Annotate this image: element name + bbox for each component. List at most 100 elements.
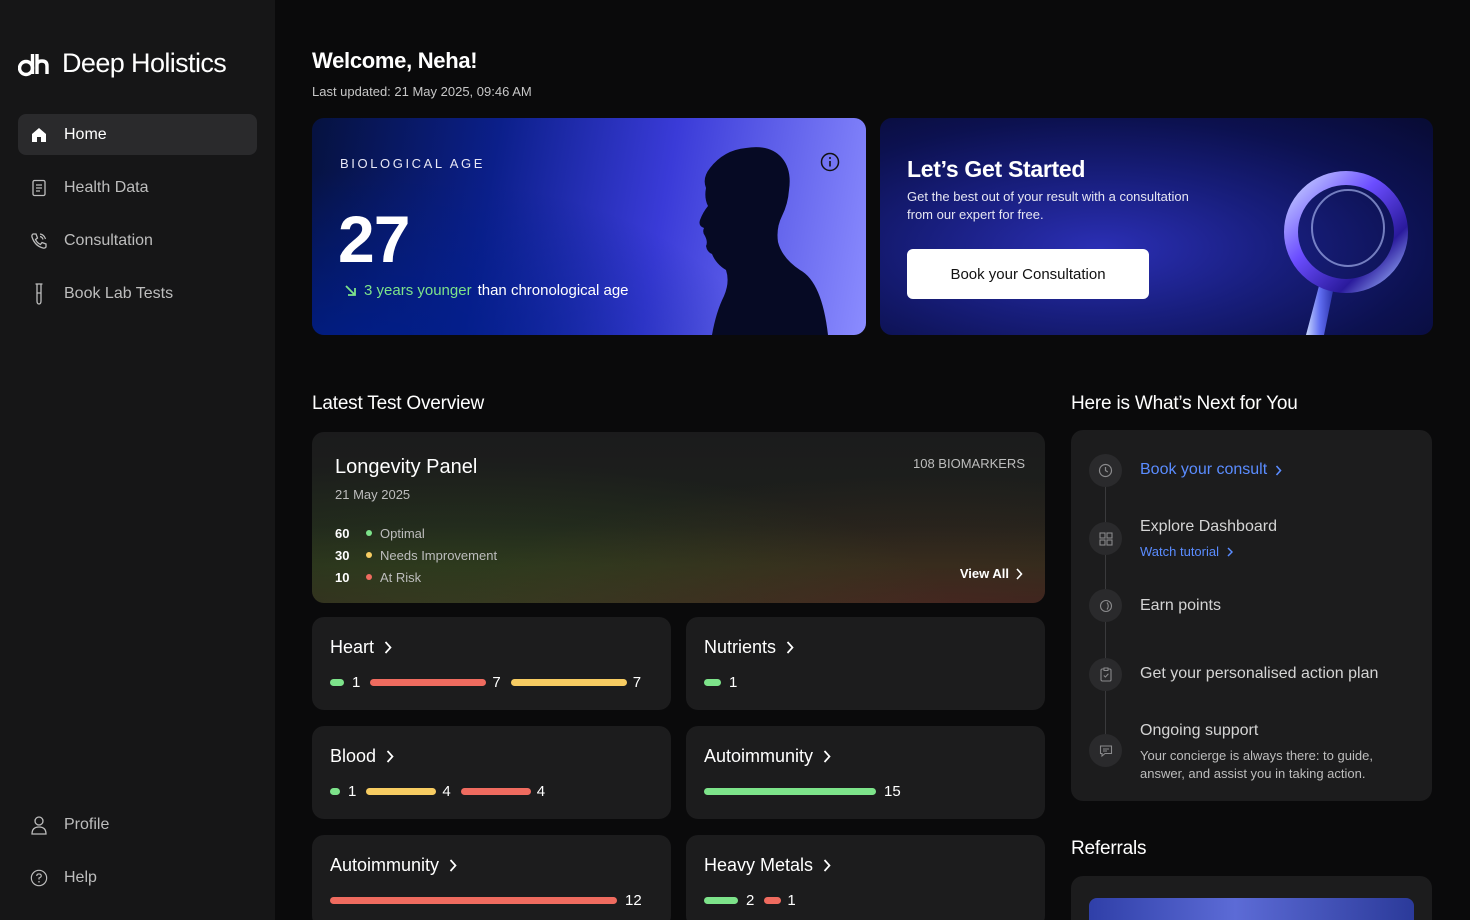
stat-count: 10	[335, 569, 350, 585]
sidebar: Deep Holistics Home Health Data Consulta…	[0, 0, 275, 920]
phone-icon	[30, 232, 48, 250]
arrow-down-right-icon	[345, 284, 356, 296]
panel-stats: 60 Optimal 30 Needs Improvement 10 At Ri…	[335, 522, 497, 588]
bar-optimal	[330, 788, 340, 795]
step-label: Book your consult	[1140, 461, 1268, 478]
watch-tutorial-link[interactable]: Watch tutorial	[1140, 544, 1233, 559]
bar-at-risk	[330, 897, 617, 904]
age-delta-suffix: than chronological age	[477, 282, 629, 299]
category-card-heavy-metals[interactable]: Heavy Metals 2 1	[686, 835, 1045, 920]
view-all-label: View All	[959, 566, 1009, 581]
points-coin-icon	[1089, 589, 1122, 622]
sidebar-item-label: Book Lab Tests	[64, 284, 174, 302]
earn-points-step: Earn points	[1140, 597, 1221, 614]
chevron-right-icon	[786, 641, 794, 654]
category-bars: 12	[330, 892, 652, 909]
category-name: Heavy Metals	[704, 855, 814, 875]
bar-optimal	[704, 897, 738, 904]
category-title: Nutrients	[704, 637, 794, 658]
category-title: Blood	[330, 746, 394, 767]
brand-name: Deep Holistics	[62, 48, 227, 78]
category-bars: 15	[704, 783, 911, 800]
bar-count: 2	[746, 892, 755, 909]
bar-count: 7	[632, 674, 642, 691]
bar-needs-improvement	[366, 788, 437, 795]
bar-count: 1	[348, 783, 357, 800]
view-all-link[interactable]: View All	[960, 566, 1023, 581]
action-plan-step: Get your personalised action plan	[1140, 665, 1379, 682]
step-label: Watch tutorial	[1140, 544, 1219, 559]
stat-needs-improvement: 30 Needs Improvement	[335, 544, 497, 566]
status-dot	[366, 530, 372, 536]
sidebar-item-consultation[interactable]: Consultation	[18, 220, 257, 261]
category-bars: 1 7 7	[330, 674, 651, 691]
category-name: Blood	[330, 746, 377, 766]
category-card-nutrients[interactable]: Nutrients 1	[686, 617, 1045, 710]
stat-label: At Risk	[380, 569, 422, 585]
longevity-panel-card[interactable]: Longevity Panel 21 May 2025 108 BIOMARKE…	[312, 432, 1045, 603]
sidebar-bottom-nav: Profile Help	[18, 804, 257, 910]
chevron-right-icon	[1276, 464, 1282, 476]
biomarker-count: 108 BIOMARKERS	[913, 456, 1025, 471]
category-card-blood[interactable]: Blood 1 4 4	[312, 726, 671, 819]
stat-at-risk: 10 At Risk	[335, 566, 497, 588]
age-delta: 3 years younger	[364, 282, 472, 299]
clipboard-icon	[1089, 658, 1122, 691]
book-consult-link[interactable]: Book your consult	[1140, 461, 1282, 479]
bar-count: 12	[625, 892, 642, 909]
dashboard-grid-icon	[1089, 522, 1122, 555]
category-card-heart[interactable]: Heart 1 7 7	[312, 617, 671, 710]
category-title: Autoimmunity	[704, 746, 831, 767]
referral-banner-image	[1089, 898, 1414, 920]
category-name: Autoimmunity	[330, 855, 440, 875]
bar-count: 1	[787, 892, 796, 909]
stat-count: 60	[335, 525, 350, 541]
chevron-right-icon	[384, 641, 392, 654]
whats-next-title: Here is What’s Next for You	[1071, 393, 1298, 414]
bar-count: 7	[492, 674, 501, 691]
get-started-card: Let’s Get Started Get the best out of yo…	[880, 118, 1433, 335]
explore-dashboard-step: Explore Dashboard	[1140, 518, 1277, 535]
info-icon[interactable]	[820, 152, 840, 172]
chevron-right-icon	[1016, 567, 1023, 580]
chevron-right-icon	[1227, 546, 1233, 557]
sidebar-item-book-lab-tests[interactable]: Book Lab Tests	[18, 273, 257, 314]
category-card-autoimmunity-2[interactable]: Autoimmunity 12	[312, 835, 671, 920]
sidebar-item-help[interactable]: Help	[18, 857, 257, 898]
last-updated: Last updated: 21 May 2025, 09:46 AM	[312, 84, 532, 99]
bar-optimal	[704, 788, 876, 795]
sidebar-item-health-data[interactable]: Health Data	[18, 167, 257, 208]
panel-date: 21 May 2025	[335, 487, 411, 502]
sidebar-item-label: Profile	[64, 815, 110, 833]
brand-logo-icon	[18, 53, 49, 76]
bar-count: 1	[729, 674, 738, 691]
next-steps-card: Book your consult Explore Dashboard Watc…	[1071, 430, 1432, 801]
sidebar-nav: Home Health Data Consultation Book Lab T…	[18, 114, 257, 326]
sidebar-item-label: Consultation	[64, 231, 153, 249]
stat-optimal: 60 Optimal	[335, 522, 497, 544]
sidebar-item-home[interactable]: Home	[18, 114, 257, 155]
sidebar-item-profile[interactable]: Profile	[18, 804, 257, 845]
bar-optimal	[330, 679, 344, 686]
stat-label: Needs Improvement	[380, 547, 498, 563]
biological-age-card: BIOLOGICAL AGE 27 3 years younger than c…	[312, 118, 866, 335]
bar-at-risk	[764, 897, 782, 904]
chevron-right-icon	[823, 859, 831, 872]
sidebar-item-label: Home	[64, 125, 107, 143]
referrals-card[interactable]	[1071, 876, 1432, 920]
bar-at-risk	[370, 679, 487, 686]
category-title: Heavy Metals	[704, 855, 831, 876]
status-dot	[366, 574, 372, 580]
bar-needs-improvement	[510, 679, 627, 686]
book-consultation-button[interactable]: Book your Consultation	[907, 249, 1149, 299]
category-name: Autoimmunity	[704, 746, 814, 766]
bar-count: 4	[536, 783, 546, 800]
biological-age-label: BIOLOGICAL AGE	[340, 156, 486, 171]
brand-logo[interactable]: Deep Holistics	[18, 48, 227, 79]
bar-count: 1	[352, 674, 361, 691]
category-card-autoimmunity[interactable]: Autoimmunity 15	[686, 726, 1045, 819]
clock-icon	[1089, 454, 1122, 487]
help-icon	[30, 869, 48, 887]
bar-optimal	[704, 679, 721, 686]
status-dot	[366, 552, 372, 558]
